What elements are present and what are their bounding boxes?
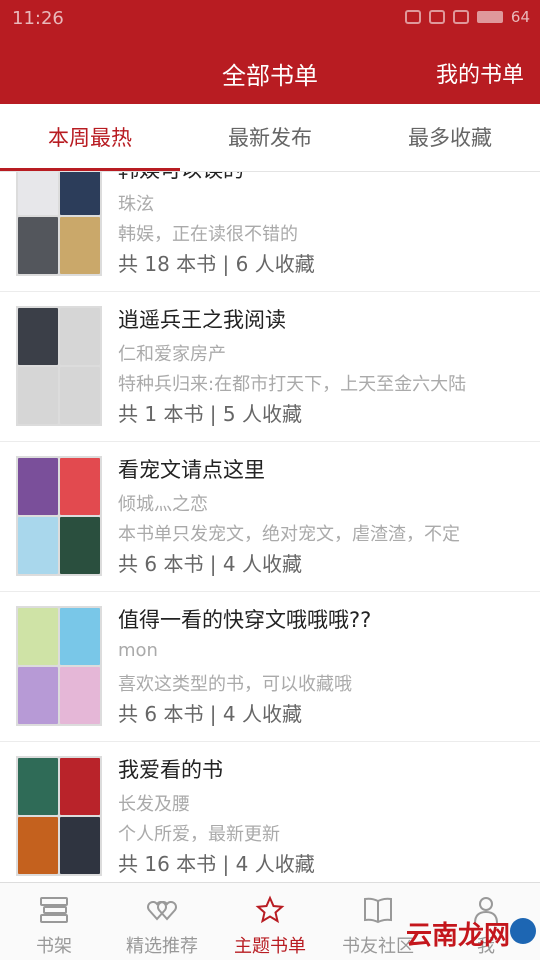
book-cover-thumb	[60, 458, 100, 515]
booklist-stats: 共 6 本书 | 4 人收藏	[118, 702, 302, 726]
tab-indicator	[0, 168, 180, 171]
book-cover-thumb	[60, 758, 100, 815]
booklist-author: 倾城灬之恋	[118, 494, 208, 515]
booklist-name: 看宠文请点这里	[118, 458, 265, 482]
list-item[interactable]: 看宠文请点这里 倾城灬之恋 本书单只发宠文，绝对宠文，虐渣渣，不定 共 6 本书…	[0, 442, 540, 592]
my-booklists-button[interactable]: 我的书单	[436, 57, 524, 89]
booklist-name: 值得一看的快穿文哦哦哦??	[118, 608, 372, 632]
watermark-logo	[510, 918, 536, 944]
booklist-cover	[16, 606, 102, 726]
hearts-icon	[147, 901, 177, 921]
book-cover-thumb	[60, 667, 100, 724]
booklist-list[interactable]: 韩娱可以误的 珠泫 韩娱，正在读很不错的 共 18 本书 | 6 人收藏 逍遥兵…	[0, 172, 540, 882]
book-cover-thumb	[18, 517, 58, 574]
booklist-author: mon	[118, 640, 158, 661]
tab-weekly-hot[interactable]: 本周最热	[0, 104, 180, 172]
booklist-author: 长发及腰	[118, 794, 190, 815]
booklist-cover	[16, 756, 102, 876]
book-cover-thumb	[18, 667, 58, 724]
booklist-cover	[16, 306, 102, 426]
nav-label: 书架	[36, 936, 72, 957]
book-cover-thumb	[60, 817, 100, 874]
nav-theme-booklists[interactable]: 主题书单	[216, 883, 324, 960]
bookshelf-icon	[40, 897, 68, 923]
booklist-stats: 共 18 本书 | 6 人收藏	[118, 252, 315, 276]
booklist-description: 本书单只发宠文，绝对宠文，虐渣渣，不定	[118, 524, 460, 545]
book-cover-thumb	[60, 308, 100, 365]
headset-icon	[404, 10, 421, 24]
booklist-stats: 共 16 本书 | 4 人收藏	[118, 852, 315, 876]
booklist-name: 韩娱可以误的	[118, 172, 244, 184]
book-cover-thumb	[18, 367, 58, 424]
app-header: 全部书单 我的书单	[0, 38, 540, 104]
booklist-stats: 共 1 本书 | 5 人收藏	[118, 402, 302, 426]
book-cover-thumb	[60, 608, 100, 665]
booklist-description: 韩娱，正在读很不错的	[118, 224, 298, 245]
booklist-description: 喜欢这类型的书，可以收藏哦	[118, 674, 352, 695]
list-item[interactable]: 我爱看的书 长发及腰 个人所爱，最新更新 共 16 本书 | 4 人收藏	[0, 742, 540, 882]
status-time: 11:26	[12, 8, 64, 29]
tab-most-saved[interactable]: 最多收藏	[360, 104, 540, 172]
book-cover-thumb	[18, 217, 58, 274]
tab-bar: 本周最热 最新发布 最多收藏	[0, 104, 540, 172]
battery-level: 64	[510, 8, 530, 26]
watermark: 云南龙网	[404, 912, 540, 960]
status-icons: 64	[404, 8, 530, 26]
nav-label: 主题书单	[234, 936, 306, 957]
list-item[interactable]: 逍遥兵王之我阅读 仁和爱家房产 特种兵归来:在都市打天下，上天至金六大陆 共 1…	[0, 292, 540, 442]
book-cover-thumb	[60, 217, 100, 274]
book-cover-thumb	[18, 458, 58, 515]
wifi-icon	[428, 10, 445, 24]
book-cover-thumb	[18, 308, 58, 365]
book-icon	[364, 897, 392, 924]
list-item[interactable]: 韩娱可以误的 珠泫 韩娱，正在读很不错的 共 18 本书 | 6 人收藏	[0, 172, 540, 292]
nav-bookshelf[interactable]: 书架	[0, 883, 108, 960]
book-cover-thumb	[18, 608, 58, 665]
booklist-cover	[16, 456, 102, 576]
list-item[interactable]: 值得一看的快穿文哦哦哦?? mon 喜欢这类型的书，可以收藏哦 共 6 本书 |…	[0, 592, 540, 742]
book-cover-thumb	[60, 367, 100, 424]
booklist-description: 特种兵归来:在都市打天下，上天至金六大陆	[118, 374, 467, 395]
status-bar: 11:26 64	[0, 0, 540, 38]
star-icon	[255, 895, 285, 924]
booklist-author: 仁和爱家房产	[118, 344, 226, 365]
book-cover-thumb	[60, 517, 100, 574]
booklist-name: 我爱看的书	[118, 758, 223, 782]
booklist-author: 珠泫	[118, 194, 154, 215]
nav-featured[interactable]: 精选推荐	[108, 883, 216, 960]
watermark-text: 云南龙网	[405, 921, 510, 951]
book-cover-thumb	[18, 172, 58, 215]
nav-label: 精选推荐	[126, 936, 198, 957]
book-cover-thumb	[18, 758, 58, 815]
booklist-stats: 共 6 本书 | 4 人收藏	[118, 552, 302, 576]
booklist-name: 逍遥兵王之我阅读	[118, 308, 286, 332]
book-cover-thumb	[60, 172, 100, 215]
tab-newest[interactable]: 最新发布	[180, 104, 360, 172]
battery-icon	[476, 11, 503, 23]
book-cover-thumb	[18, 817, 58, 874]
sync-icon	[452, 10, 469, 24]
booklist-cover	[16, 172, 102, 276]
booklist-description: 个人所爱，最新更新	[118, 824, 280, 845]
